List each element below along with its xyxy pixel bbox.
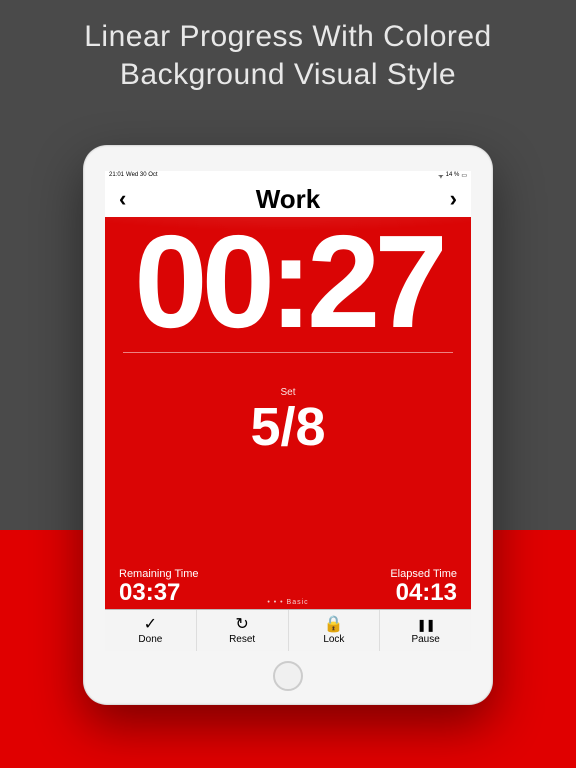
- set-value: 5/8: [105, 400, 471, 454]
- timer-panel: 00:27 Set 5/8 Remaining Time 03:37 Elaps…: [105, 217, 471, 609]
- done-label: Done: [138, 634, 162, 645]
- status-date: Wed 30 Oct: [126, 172, 158, 181]
- status-battery: 14 %: [446, 172, 460, 181]
- lock-icon: 🔒: [325, 617, 343, 633]
- prev-button[interactable]: ‹: [119, 186, 126, 212]
- main-time: 00:27: [105, 223, 471, 342]
- home-button[interactable]: [273, 661, 303, 691]
- set-label: Set: [105, 387, 471, 398]
- reset-button[interactable]: ↻ Reset: [197, 610, 289, 651]
- status-time: 21:01: [109, 172, 124, 181]
- next-button[interactable]: ›: [450, 186, 457, 212]
- lock-button[interactable]: 🔒 Lock: [289, 610, 381, 651]
- tablet-frame: 21:01 Wed 30 Oct ᯤ 14 % ▭ ‹ Work › 00:27…: [83, 145, 493, 705]
- remaining-label: Remaining Time: [119, 568, 198, 580]
- battery-icon: ▭: [461, 172, 467, 181]
- headline-line-1: Linear Progress With Colored: [84, 18, 492, 56]
- promo-headline: Linear Progress With Colored Background …: [84, 18, 492, 93]
- toolbar: ✓ Done ↻ Reset 🔒 Lock ❚❚ Pause: [105, 609, 471, 651]
- done-button[interactable]: ✓ Done: [105, 610, 197, 651]
- page-indicator: • • • Basic: [105, 599, 471, 606]
- wifi-icon: ᯤ: [438, 172, 443, 181]
- pause-icon: ❚❚: [417, 617, 435, 633]
- reset-icon: ↻: [233, 617, 251, 633]
- tablet-screen: 21:01 Wed 30 Oct ᯤ 14 % ▭ ‹ Work › 00:27…: [105, 171, 471, 651]
- lock-label: Lock: [323, 634, 344, 645]
- pause-label: Pause: [411, 634, 439, 645]
- reset-label: Reset: [229, 634, 255, 645]
- elapsed-label: Elapsed Time: [390, 568, 457, 580]
- divider: [123, 352, 453, 353]
- check-icon: ✓: [141, 617, 159, 633]
- pause-button[interactable]: ❚❚ Pause: [380, 610, 471, 651]
- promo-stage: Linear Progress With Colored Background …: [0, 0, 576, 768]
- status-bar: 21:01 Wed 30 Oct ᯤ 14 % ▭: [105, 171, 471, 181]
- headline-line-2: Background Visual Style: [84, 56, 492, 94]
